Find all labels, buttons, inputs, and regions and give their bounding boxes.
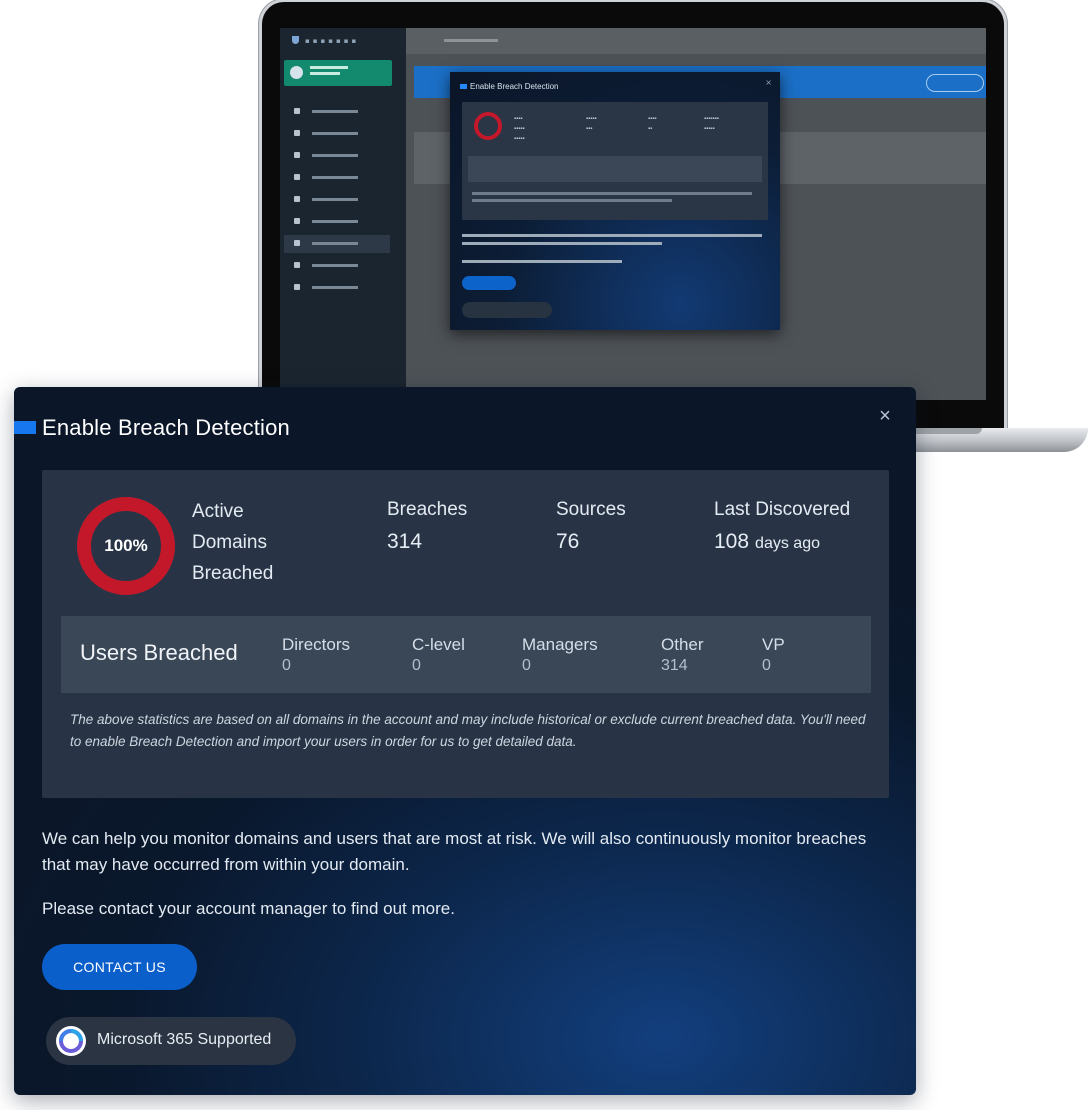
percent-ring: 100% — [76, 496, 176, 596]
stats-panel: 100% Active Domains Breached Breaches 31… — [42, 470, 889, 798]
microsoft-365-badge: Microsoft 365 Supported — [46, 1017, 296, 1065]
users-breached-strip: Users Breached Directors 0 C-level 0 Man… — [61, 616, 871, 693]
laptop-mockup: ▪▪▪▪▪▪▪ Enable Breach Detection × ▪▪▪▪ ▪… — [262, 2, 1004, 430]
last-discovered-stat: Last Discovered 108 days ago — [714, 496, 850, 560]
sources-stat: Sources 76 — [556, 496, 626, 558]
role-other: Other 314 — [661, 635, 704, 674]
last-discovered-unit: days ago — [755, 535, 820, 552]
contact-us-button[interactable]: CONTACT US — [42, 944, 197, 990]
monitor-description: We can help you monitor domains and user… — [42, 829, 867, 874]
percent-label: 100% — [104, 536, 148, 555]
mockup-topbar — [406, 28, 986, 54]
role-vp: VP 0 — [762, 635, 785, 674]
mockup-modal-title: Enable Breach Detection — [460, 82, 559, 91]
last-discovered-label: Last Discovered — [714, 499, 851, 520]
active-domains-label: Active Domains Breached — [192, 501, 274, 584]
microsoft-365-label: Microsoft 365 Supported — [97, 1031, 272, 1048]
breaches-value: 314 — [387, 530, 423, 553]
breaches-label: Breaches — [387, 499, 468, 520]
stats-disclaimer: The above statistics are based on all do… — [70, 712, 866, 749]
laptop-screen: ▪▪▪▪▪▪▪ Enable Breach Detection × ▪▪▪▪ ▪… — [280, 28, 986, 400]
sources-label: Sources — [556, 499, 626, 520]
contact-instruction: Please contact your account manager to f… — [42, 899, 455, 918]
mockup-user-card — [284, 60, 392, 86]
users-breached-title: Users Breached — [80, 640, 238, 665]
mockup-brand-logo: ▪▪▪▪▪▪▪ — [292, 36, 359, 45]
role-c-level: C-level 0 — [412, 635, 465, 674]
role-managers: Managers 0 — [522, 635, 598, 674]
mockup-avatar — [290, 66, 303, 79]
breach-detection-modal: Enable Breach Detection × 100% Active Do… — [14, 387, 916, 1095]
mockup-modal: Enable Breach Detection × ▪▪▪▪ ▪▪▪▪▪ ▪▪▪▪▪… — [450, 72, 780, 330]
mockup-sidebar: ▪▪▪▪▪▪▪ — [280, 28, 406, 400]
mockup-ring — [474, 112, 502, 140]
mockup-shield-icon — [292, 36, 299, 44]
close-icon[interactable]: × — [876, 406, 894, 426]
breaches-stat: Breaches 314 — [387, 496, 467, 558]
role-directors: Directors 0 — [282, 635, 351, 674]
modal-title: Enable Breach Detection — [42, 415, 290, 440]
last-discovered-value: 108 — [714, 530, 750, 553]
mockup-close-icon: × — [765, 78, 772, 87]
title-accent-bar — [14, 421, 36, 434]
sources-value: 76 — [556, 530, 580, 553]
microsoft-365-icon — [56, 1026, 86, 1056]
